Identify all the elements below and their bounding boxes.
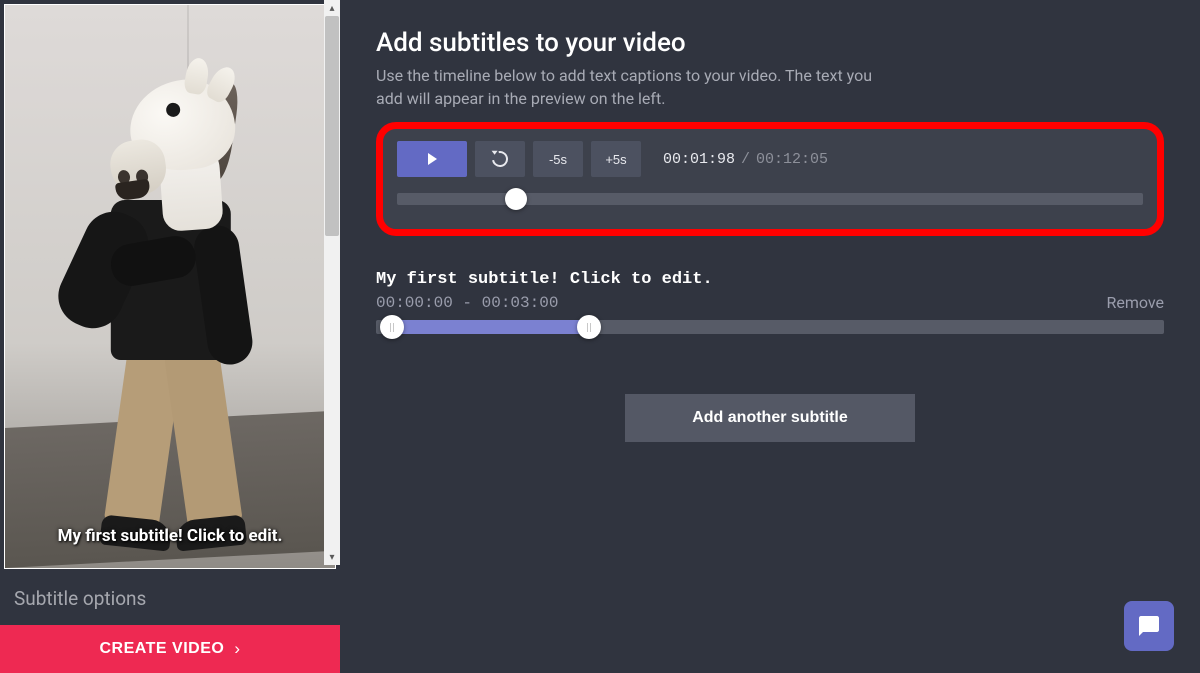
create-video-button[interactable]: CREATE VIDEO › — [0, 625, 340, 673]
total-time: 00:12:05 — [756, 151, 828, 168]
preview-scene — [5, 5, 335, 568]
create-video-label: CREATE VIDEO — [100, 640, 225, 658]
subtitle-range-end-handle[interactable] — [577, 315, 601, 339]
chat-icon — [1137, 614, 1161, 638]
main-panel: Add subtitles to your video Use the time… — [340, 0, 1200, 673]
subtitle-text[interactable]: My first subtitle! Click to edit. — [376, 270, 1164, 289]
play-button[interactable] — [397, 141, 467, 177]
left-panel: My first subtitle! Click to edit. ▴ ▾ Su… — [0, 0, 340, 673]
back-5s-button[interactable]: -5s — [533, 141, 583, 177]
add-subtitle-button[interactable]: Add another subtitle — [625, 394, 915, 442]
preview-subtitle-overlay: My first subtitle! Click to edit. — [5, 526, 335, 546]
preview-scroll-area: My first subtitle! Click to edit. ▴ ▾ Su… — [0, 0, 340, 625]
subtitle-range-start-handle[interactable] — [380, 315, 404, 339]
play-icon — [428, 153, 437, 165]
subtitle-time-range: 00:00:00 - 00:03:00 — [376, 294, 558, 312]
subtitle-range-fill — [392, 320, 589, 334]
scroll-thumb[interactable] — [325, 16, 339, 236]
current-time: 00:01:98 — [663, 151, 735, 168]
scroll-up-icon[interactable]: ▴ — [324, 0, 340, 16]
preview-scrollbar[interactable]: ▴ ▾ — [324, 0, 340, 565]
playback-controls-highlight: -5s +5s 00:01:98/00:12:05 — [376, 122, 1164, 236]
restart-button[interactable] — [475, 141, 525, 177]
subtitle-entry: My first subtitle! Click to edit. 00:00:… — [376, 270, 1164, 334]
playback-progress-thumb[interactable] — [505, 188, 527, 210]
subtitle-range-track[interactable] — [376, 320, 1164, 334]
subtitle-options-header: Subtitle options — [4, 569, 336, 618]
timecode: 00:01:98/00:12:05 — [663, 151, 828, 168]
video-preview[interactable]: My first subtitle! Click to edit. — [4, 4, 336, 569]
page-description: Use the timeline below to add text capti… — [376, 64, 896, 110]
remove-subtitle-link[interactable]: Remove — [1106, 293, 1164, 312]
forward-5s-button[interactable]: +5s — [591, 141, 641, 177]
page-title: Add subtitles to your video — [376, 28, 1164, 58]
chat-fab[interactable] — [1124, 601, 1174, 651]
playback-progress-track[interactable] — [397, 193, 1143, 205]
playback-controls: -5s +5s 00:01:98/00:12:05 — [397, 141, 1143, 177]
scroll-down-icon[interactable]: ▾ — [324, 549, 340, 565]
replay-icon — [489, 148, 511, 170]
chevron-right-icon: › — [234, 639, 240, 659]
